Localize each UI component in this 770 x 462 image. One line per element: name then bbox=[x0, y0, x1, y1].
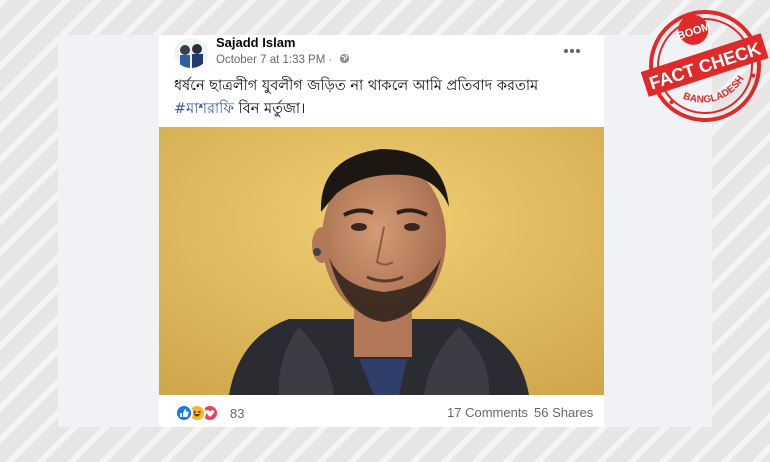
author-name[interactable]: Sajadd Islam bbox=[216, 35, 295, 50]
facebook-post: Sajadd Islam October 7 at 1:33 PM · ধর্ষ… bbox=[159, 35, 604, 427]
reaction-count: 83 bbox=[230, 406, 245, 421]
post-meta: October 7 at 1:33 PM · bbox=[216, 53, 350, 67]
man-portrait-image bbox=[159, 127, 604, 395]
comments-count-link[interactable]: 17 Comments bbox=[447, 405, 528, 420]
post-header: Sajadd Islam October 7 at 1:33 PM · bbox=[159, 35, 604, 71]
post-text: ধর্ষনে ছাত্রলীগ যুবলীগ জড়িত না থাকলে আম… bbox=[174, 75, 594, 121]
more-options-icon bbox=[564, 49, 580, 53]
post-text-line2: #মাশরাফি বিন মর্তুজা। bbox=[174, 98, 594, 121]
post-text-line2-rest: বিন মর্তুজা। bbox=[233, 101, 306, 117]
post-footer: 83 17 Comments 56 Shares bbox=[159, 399, 604, 427]
meta-separator: · bbox=[328, 54, 333, 66]
like-icon bbox=[175, 404, 193, 422]
globe-icon bbox=[339, 53, 350, 67]
more-options-button[interactable] bbox=[557, 41, 587, 61]
author-avatar[interactable] bbox=[174, 38, 208, 68]
post-date[interactable]: October 7 at 1:33 PM bbox=[216, 54, 325, 66]
shares-count-link[interactable]: 56 Shares bbox=[534, 405, 593, 420]
post-photo[interactable] bbox=[159, 127, 604, 395]
post-text-line1: ধর্ষনে ছাত্রলীগ যুবলীগ জড়িত না থাকলে আম… bbox=[174, 78, 539, 94]
hashtag-link[interactable]: #মাশরাফি bbox=[174, 101, 234, 117]
fact-check-stamp-logo: BOOM FACT CHECK BANGLADESH bbox=[640, 10, 769, 122]
avatar-image bbox=[174, 38, 208, 68]
